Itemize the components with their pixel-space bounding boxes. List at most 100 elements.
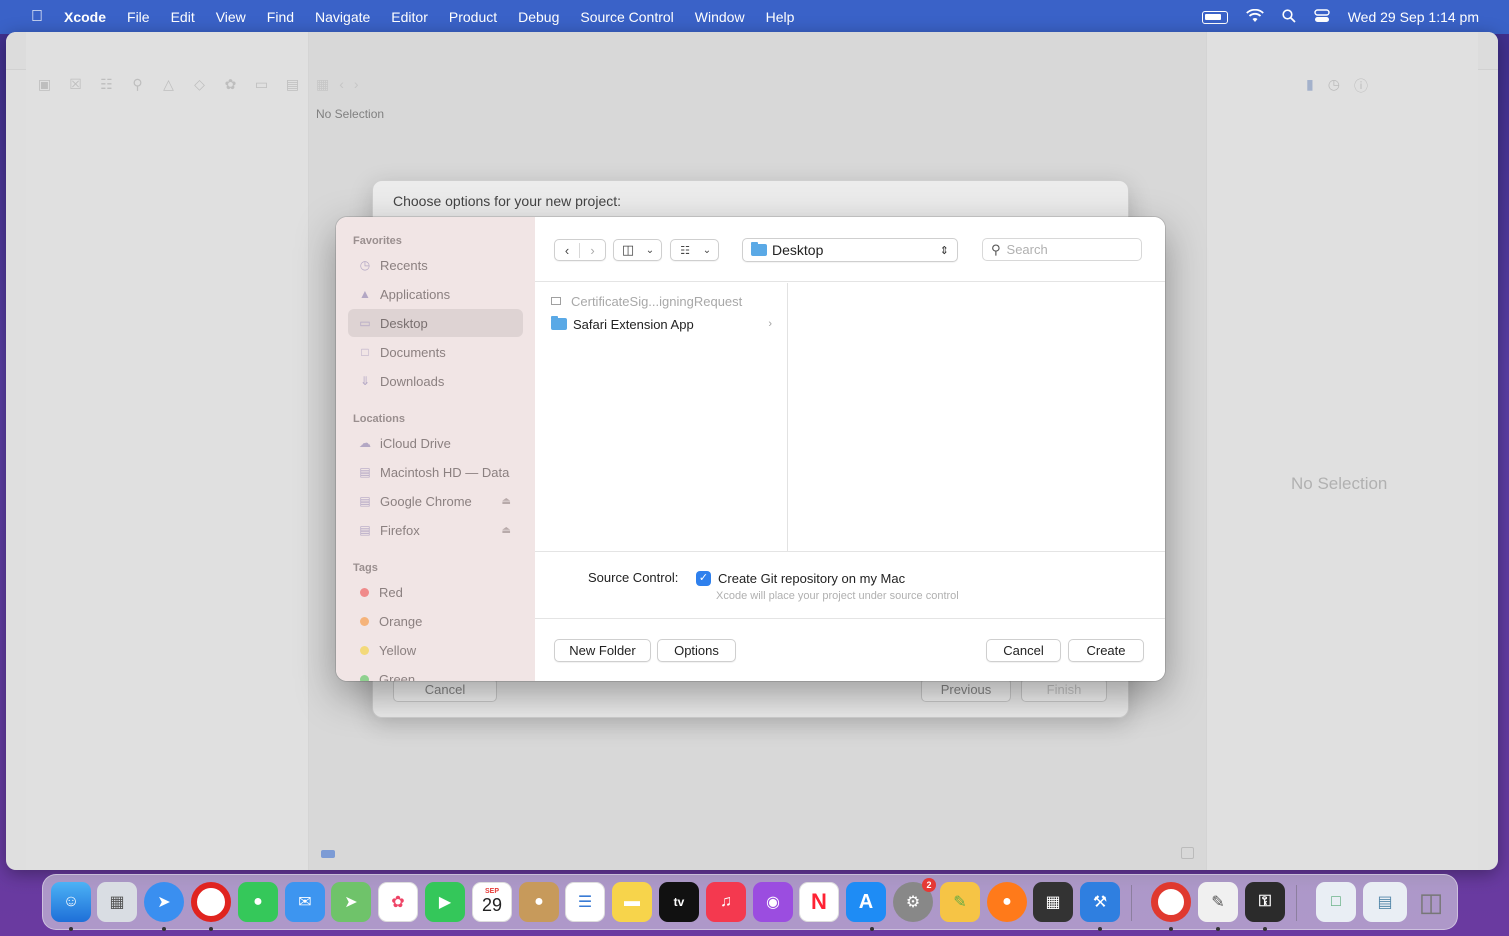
git-repo-checkbox-label[interactable]: Create Git repository on my Mac bbox=[718, 571, 905, 586]
wifi-icon[interactable] bbox=[1245, 8, 1264, 26]
keychain-access-icon[interactable]: ⚿ bbox=[1245, 882, 1285, 922]
mail-icon[interactable]: ✉ bbox=[285, 882, 325, 922]
git-repo-checkbox[interactable]: ✓ bbox=[696, 571, 711, 586]
sidebar-item-downloads[interactable]: ⇓ Downloads bbox=[348, 367, 523, 395]
battery-icon[interactable] bbox=[1201, 10, 1228, 24]
sidebar-item-label: Google Chrome bbox=[380, 493, 472, 509]
eject-icon[interactable]: ⏏ bbox=[502, 496, 511, 507]
system-preferences-icon[interactable]: ⚙ 2 bbox=[893, 878, 936, 922]
apple-menu-icon[interactable]:  bbox=[26, 8, 48, 26]
file-item-certificate[interactable]: CertificateSig...igningRequest bbox=[551, 291, 776, 311]
group-popup[interactable]: ☷ ⌄ bbox=[670, 239, 719, 261]
menu-product[interactable]: Product bbox=[449, 9, 497, 25]
trash-icon[interactable]: ◫ bbox=[1411, 882, 1451, 922]
reminders-icon[interactable]: ☰ bbox=[565, 882, 605, 922]
chrome-icon[interactable] bbox=[1151, 882, 1191, 922]
calendar-day: 29 bbox=[481, 895, 503, 915]
control-center-icon[interactable] bbox=[1314, 8, 1330, 26]
options-button[interactable]: Options bbox=[657, 639, 736, 662]
xcode-icon[interactable]: ⚒ bbox=[1080, 882, 1120, 922]
desktop-icon: ▭ bbox=[359, 316, 371, 330]
menu-view[interactable]: View bbox=[216, 9, 246, 25]
menu-find[interactable]: Find bbox=[267, 9, 294, 25]
messages-icon[interactable]: ● bbox=[238, 882, 278, 922]
menu-app-name[interactable]: Xcode bbox=[64, 9, 106, 25]
favorites-header: Favorites bbox=[353, 235, 402, 247]
menu-file[interactable]: File bbox=[127, 9, 150, 25]
notes-icon[interactable]: ▬ bbox=[612, 882, 652, 922]
cancel-button[interactable]: Cancel bbox=[986, 639, 1061, 662]
chevron-right-icon: › bbox=[768, 318, 772, 330]
search-field[interactable]: ⚲ Search bbox=[982, 238, 1142, 261]
document-icon: □ bbox=[361, 345, 369, 359]
menu-help[interactable]: Help bbox=[766, 9, 795, 25]
menu-debug[interactable]: Debug bbox=[518, 9, 559, 25]
firefox-icon[interactable]: ● bbox=[987, 882, 1027, 922]
running-indicator bbox=[69, 927, 73, 931]
forward-chevron-icon[interactable]: › bbox=[580, 243, 605, 258]
sidebar-tag-red[interactable]: Red bbox=[348, 578, 523, 606]
menu-clock[interactable]: Wed 29 Sep 1:14 pm bbox=[1348, 9, 1479, 25]
location-popup[interactable]: Desktop ⇕ bbox=[742, 238, 958, 262]
sidebar-item-documents[interactable]: □ Documents bbox=[348, 338, 523, 366]
app-store-icon[interactable]: A bbox=[846, 882, 886, 922]
contacts-icon[interactable]: ● bbox=[519, 882, 559, 922]
running-indicator bbox=[1169, 927, 1173, 931]
sidebar-item-label: Firefox bbox=[380, 522, 420, 538]
create-button[interactable]: Create bbox=[1068, 639, 1144, 662]
script-editor-icon[interactable]: ✎ bbox=[1198, 882, 1238, 922]
spotlight-search-icon[interactable] bbox=[1282, 8, 1296, 26]
menu-window[interactable]: Window bbox=[695, 9, 745, 25]
sidebar-tag-yellow[interactable]: Yellow bbox=[348, 636, 523, 664]
new-folder-button[interactable]: New Folder bbox=[554, 639, 651, 662]
chevron-down-icon: ⌄ bbox=[645, 244, 655, 256]
maps-icon[interactable]: ➤ bbox=[331, 882, 371, 922]
news-icon[interactable]: N bbox=[799, 882, 839, 922]
paint-app-icon[interactable]: ✎ bbox=[940, 882, 980, 922]
back-chevron-icon[interactable]: ‹ bbox=[555, 242, 580, 258]
finder-icon[interactable]: ☺ bbox=[51, 882, 91, 922]
file-item-safari-extension-app[interactable]: Safari Extension App › bbox=[551, 314, 776, 334]
previous-button[interactable]: Previous bbox=[921, 678, 1011, 702]
sidebar-item-icloud-drive[interactable]: ☁ iCloud Drive bbox=[348, 429, 523, 457]
clock-icon: ◷ bbox=[359, 258, 371, 272]
menu-editor[interactable]: Editor bbox=[391, 9, 428, 25]
apple-tv-icon[interactable]: tv bbox=[659, 882, 699, 922]
view-mode-popup[interactable]: ◫ ⌄ bbox=[613, 239, 662, 261]
running-indicator bbox=[1263, 927, 1267, 931]
launchpad-icon[interactable]: ▦ bbox=[97, 882, 137, 922]
sidebar-item-recents[interactable]: ◷ Recents bbox=[348, 251, 523, 279]
sheet-cancel-button[interactable]: Cancel bbox=[393, 678, 497, 702]
sidebar-item-label: Orange bbox=[379, 613, 423, 629]
music-icon[interactable]: ♫ bbox=[706, 882, 746, 922]
sidebar-item-desktop[interactable]: ▭ Desktop bbox=[348, 309, 523, 337]
podcasts-icon[interactable]: ◉ bbox=[753, 882, 793, 922]
facetime-icon[interactable]: ▶ bbox=[425, 882, 465, 922]
certificate-document-icon[interactable]: □ bbox=[1316, 882, 1356, 922]
sidebar-item-applications[interactable]: ▲ Applications bbox=[348, 280, 523, 308]
disk-icon: ▤ bbox=[359, 523, 371, 537]
calculator-icon[interactable]: ▦ bbox=[1033, 882, 1073, 922]
sidebar-item-macintosh-hd[interactable]: ▤ Macintosh HD — Data bbox=[348, 458, 523, 486]
menu-source-control[interactable]: Source Control bbox=[580, 9, 673, 25]
certificate-file-icon bbox=[551, 297, 561, 305]
finish-button[interactable]: Finish bbox=[1021, 678, 1107, 702]
calendar-icon[interactable]: SEP 29 bbox=[472, 882, 512, 922]
search-icon: ⚲ bbox=[991, 241, 1001, 257]
git-repo-hint: Xcode will place your project under sour… bbox=[716, 590, 959, 602]
downloads-stack-icon[interactable]: ▤ bbox=[1363, 882, 1407, 922]
eject-icon[interactable]: ⏏ bbox=[502, 525, 511, 536]
opera-icon[interactable] bbox=[191, 882, 231, 922]
sidebar-item-google-chrome[interactable]: ▤ Google Chrome ⏏ bbox=[348, 487, 523, 515]
sidebar-tag-orange[interactable]: Orange bbox=[348, 607, 523, 635]
tag-dot-icon bbox=[360, 674, 369, 681]
columns-view-icon: ◫ bbox=[621, 242, 635, 257]
safari-icon[interactable]: ➤ bbox=[144, 882, 184, 922]
sidebar-item-label: Macintosh HD — Data bbox=[380, 464, 510, 480]
sidebar-item-firefox[interactable]: ▤ Firefox ⏏ bbox=[348, 516, 523, 544]
cloud-icon: ☁ bbox=[359, 436, 371, 450]
menu-navigate[interactable]: Navigate bbox=[315, 9, 370, 25]
sidebar-tag-green[interactable]: Green bbox=[348, 665, 523, 681]
photos-icon[interactable]: ✿ bbox=[378, 882, 418, 922]
menu-edit[interactable]: Edit bbox=[171, 9, 195, 25]
